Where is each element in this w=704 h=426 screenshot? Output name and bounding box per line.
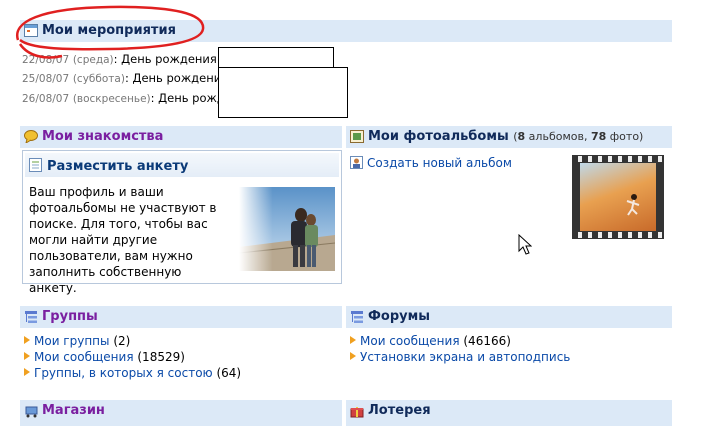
orange-arrow-icon (24, 352, 30, 360)
acquaintances-header: Мои знакомства (20, 126, 342, 148)
orange-arrow-icon (24, 336, 30, 344)
orange-arrow-icon (24, 368, 30, 376)
lottery-title[interactable]: Лотерея (368, 403, 431, 418)
groups-title[interactable]: Группы (42, 309, 98, 324)
acquaintances-title[interactable]: Мои знакомства (42, 129, 163, 144)
albums-title[interactable]: Мои фотоальбомы (368, 129, 509, 144)
list-item: Мои сообщения (46166) (350, 334, 511, 348)
lottery-header: Лотерея (346, 400, 672, 426)
photo-album-icon (350, 130, 364, 143)
list-item: Группы, в которых я состою (64) (24, 366, 241, 380)
forums-header: Форумы (346, 306, 672, 328)
shop-title[interactable]: Магазин (42, 403, 105, 418)
groups-header: Группы (20, 306, 342, 328)
forums-tree-icon (350, 310, 364, 323)
albums-count-info: (8 альбомов, 78 фото) (513, 130, 644, 143)
mouse-cursor-icon (518, 234, 532, 255)
gift-icon (350, 404, 364, 418)
red-annotation-ellipse (15, 5, 205, 59)
profile-card-header: Разместить анкету (25, 153, 339, 177)
shop-header: Магазин (20, 400, 342, 426)
forums-title[interactable]: Форумы (368, 309, 430, 324)
redaction-box (218, 47, 334, 69)
document-icon (29, 158, 42, 175)
orange-arrow-icon (350, 336, 356, 344)
profile-card-text: Ваш профиль и ваши фотоальбомы не участв… (29, 185, 217, 295)
create-album-link[interactable]: Создать новый альбом (367, 156, 512, 170)
post-profile-link[interactable]: Разместить анкету (47, 159, 188, 174)
user-photo-icon (350, 156, 363, 172)
list-item: Мои сообщения (18529) (24, 350, 185, 364)
member-groups-link[interactable]: Группы, в которых я состою (34, 366, 213, 380)
profile-card: Разместить анкету Ваш профиль и ваши фот… (22, 150, 342, 295)
shopping-cart-icon (24, 404, 38, 418)
orange-arrow-icon (350, 352, 356, 360)
create-album-row: Создать новый альбом (350, 156, 512, 172)
screen-settings-link[interactable]: Установки экрана и автоподпись (360, 350, 570, 364)
forum-messages-link[interactable]: Мои сообщения (360, 334, 460, 348)
speech-bubble-icon (24, 130, 38, 145)
my-group-messages-link[interactable]: Мои сообщения (34, 350, 134, 364)
child-on-beach-figure (626, 194, 640, 216)
albums-header: Мои фотоальбомы (8 альбомов, 78 фото) (346, 126, 672, 148)
album-thumbnail[interactable] (572, 155, 664, 239)
groups-tree-icon (24, 310, 38, 323)
redaction-box (218, 67, 348, 118)
couple-on-pier-image (239, 187, 335, 271)
event-item: 26/08/07 (воскресенье): День рожде (22, 91, 232, 105)
list-item: Мои группы (2) (24, 334, 130, 348)
my-groups-link[interactable]: Мои группы (34, 334, 110, 348)
event-item: 25/08/07 (суббота): День рождения: (22, 71, 232, 85)
list-item: Установки экрана и автоподпись (350, 350, 570, 364)
